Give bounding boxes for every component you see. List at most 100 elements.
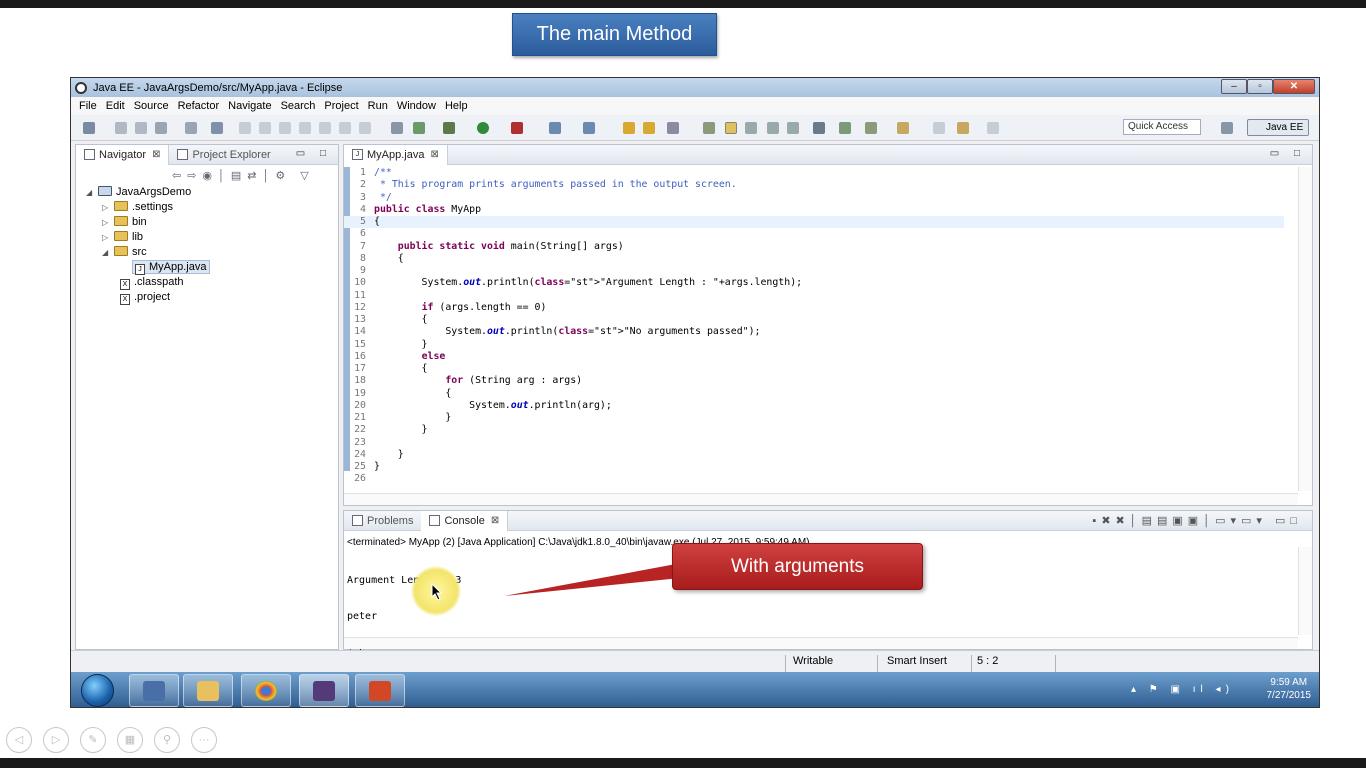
- previous-annotation-icon[interactable]: [865, 122, 877, 134]
- open-type-icon[interactable]: [623, 122, 635, 134]
- mark-occurrences-icon[interactable]: [725, 122, 737, 134]
- menu-file[interactable]: File: [79, 100, 97, 112]
- line-text: public static void main(String[] args): [397, 240, 624, 252]
- step-over-icon[interactable]: [339, 122, 351, 134]
- tree-item-project[interactable]: X .project: [76, 290, 210, 305]
- menu-run[interactable]: Run: [368, 100, 388, 112]
- code-area[interactable]: 1/** 2 * This program prints arguments pa…: [344, 167, 1284, 486]
- taskbar-app-1[interactable]: [129, 674, 179, 707]
- maximize-button[interactable]: ▫: [1247, 79, 1273, 94]
- tab-project-explorer[interactable]: Project Explorer: [169, 145, 278, 165]
- menu-refactor[interactable]: Refactor: [178, 100, 220, 112]
- open-perspective-icon[interactable]: [1221, 122, 1233, 134]
- more-options-icon[interactable]: ···: [191, 727, 217, 753]
- line-text: /**: [374, 167, 392, 178]
- word-wrap-icon[interactable]: [767, 122, 779, 134]
- menu-navigate[interactable]: Navigate: [228, 100, 271, 112]
- close-button[interactable]: ✕: [1273, 79, 1315, 94]
- tree-item-settings[interactable]: ▷ .settings: [76, 200, 210, 215]
- tree-item-lib[interactable]: ▷ lib: [76, 230, 210, 245]
- toggle-icon[interactable]: [813, 122, 825, 134]
- open-task-icon[interactable]: [413, 122, 425, 134]
- terminate-icon[interactable]: [279, 122, 291, 134]
- console-vertical-scrollbar[interactable]: [1298, 547, 1312, 635]
- annotation-icon[interactable]: [703, 122, 715, 134]
- slide-nav-controls: ◁ ▷ ✎ ▦ ⚲ ···: [6, 727, 228, 753]
- new-server-icon[interactable]: [549, 122, 561, 134]
- taskbar-chrome[interactable]: [241, 674, 291, 707]
- tree-item-src[interactable]: ◢ src: [76, 245, 210, 260]
- close-icon[interactable]: ⊠: [430, 149, 438, 160]
- clock-date: 7/27/2015: [1266, 690, 1312, 701]
- start-button-icon[interactable]: [81, 674, 114, 707]
- open-resource-icon[interactable]: [643, 122, 655, 134]
- suspend-icon[interactable]: [259, 122, 271, 134]
- collapsed-arrow-icon[interactable]: ▷: [102, 200, 114, 215]
- pen-icon[interactable]: ✎: [80, 727, 106, 753]
- back-icon[interactable]: [933, 122, 945, 134]
- new-icon[interactable]: [83, 122, 95, 134]
- tree-item-classpath[interactable]: X .classpath: [76, 275, 210, 290]
- forward-icon[interactable]: [987, 122, 999, 134]
- last-edit-icon[interactable]: [897, 122, 909, 134]
- step-return-icon[interactable]: [359, 122, 371, 134]
- horizontal-scrollbar[interactable]: [344, 493, 1298, 505]
- minimize-maximize-icons[interactable]: ▭ □: [296, 148, 332, 159]
- collapsed-arrow-icon[interactable]: ▷: [102, 215, 114, 230]
- collapsed-arrow-icon[interactable]: ▷: [102, 230, 114, 245]
- menu-project[interactable]: Project: [324, 100, 358, 112]
- system-tray-icons[interactable]: ▴ ⚑ ▣ ıl ◂): [1131, 684, 1234, 695]
- print-icon[interactable]: [155, 122, 167, 134]
- zoom-icon[interactable]: ⚲: [154, 727, 180, 753]
- tree-item-myapp-java[interactable]: J MyApp.java: [76, 260, 211, 275]
- menu-window[interactable]: Window: [397, 100, 436, 112]
- show-whitespace-icon[interactable]: [787, 122, 799, 134]
- run-icon[interactable]: [477, 122, 489, 134]
- skip-breakpoints-icon[interactable]: [211, 122, 223, 134]
- vertical-scrollbar[interactable]: [1298, 167, 1312, 491]
- save-icon[interactable]: [115, 122, 127, 134]
- use-step-filters-icon[interactable]: [391, 122, 403, 134]
- expanded-arrow-icon[interactable]: ◢: [86, 185, 98, 200]
- menu-source[interactable]: Source: [134, 100, 169, 112]
- slides-icon[interactable]: ▦: [117, 727, 143, 753]
- expanded-arrow-icon[interactable]: ◢: [102, 245, 114, 260]
- taskbar-powerpoint[interactable]: [355, 674, 405, 707]
- tab-myapp-java[interactable]: J MyApp.java ⊠: [344, 144, 448, 165]
- tab-console[interactable]: Console ⊠: [421, 510, 509, 531]
- menu-edit[interactable]: Edit: [106, 100, 125, 112]
- menu-search[interactable]: Search: [281, 100, 316, 112]
- server-icon[interactable]: [185, 122, 197, 134]
- java-ee-perspective-button[interactable]: Java EE: [1247, 119, 1309, 136]
- new-class-icon[interactable]: [583, 122, 595, 134]
- tree-item-javaargsdemo[interactable]: ◢ JavaArgsDemo: [76, 185, 210, 200]
- search-icon[interactable]: [667, 122, 679, 134]
- taskbar-explorer[interactable]: [183, 674, 233, 707]
- close-icon[interactable]: ⊠: [152, 149, 160, 160]
- close-icon[interactable]: ⊠: [491, 515, 499, 526]
- tree-item-bin[interactable]: ▷ bin: [76, 215, 210, 230]
- forward-history-icon[interactable]: [957, 122, 969, 134]
- console-toolbar[interactable]: ▪✖✖│▤▤▣▣│▭▾▭▾ ▭□: [1092, 514, 1302, 527]
- next-slide-icon[interactable]: ▷: [43, 727, 69, 753]
- next-annotation-icon[interactable]: [839, 122, 851, 134]
- menu-help[interactable]: Help: [445, 100, 468, 112]
- taskbar-eclipse[interactable]: [299, 674, 349, 707]
- tab-problems[interactable]: Problems: [344, 511, 421, 531]
- quick-access-input[interactable]: Quick Access: [1123, 119, 1201, 135]
- top-black-bar: [0, 0, 1366, 8]
- external-tools-icon[interactable]: [511, 122, 523, 134]
- disconnect-icon[interactable]: [299, 122, 311, 134]
- block-selection-icon[interactable]: [745, 122, 757, 134]
- system-clock[interactable]: 9:59 AM 7/27/2015: [1267, 676, 1312, 702]
- step-into-icon[interactable]: [319, 122, 331, 134]
- previous-slide-icon[interactable]: ◁: [6, 727, 32, 753]
- console-horizontal-scrollbar[interactable]: [344, 637, 1298, 649]
- minimize-button[interactable]: –: [1221, 79, 1247, 94]
- tab-navigator[interactable]: Navigator ⊠: [76, 144, 170, 165]
- navigator-toolbar[interactable]: ⇦⇨◉│▤⇄│⚙ ▽: [172, 169, 315, 182]
- save-all-icon[interactable]: [135, 122, 147, 134]
- debug-icon[interactable]: [443, 122, 455, 134]
- resume-icon[interactable]: [239, 122, 251, 134]
- minimize-maximize-icons[interactable]: ▭ □: [1270, 148, 1306, 159]
